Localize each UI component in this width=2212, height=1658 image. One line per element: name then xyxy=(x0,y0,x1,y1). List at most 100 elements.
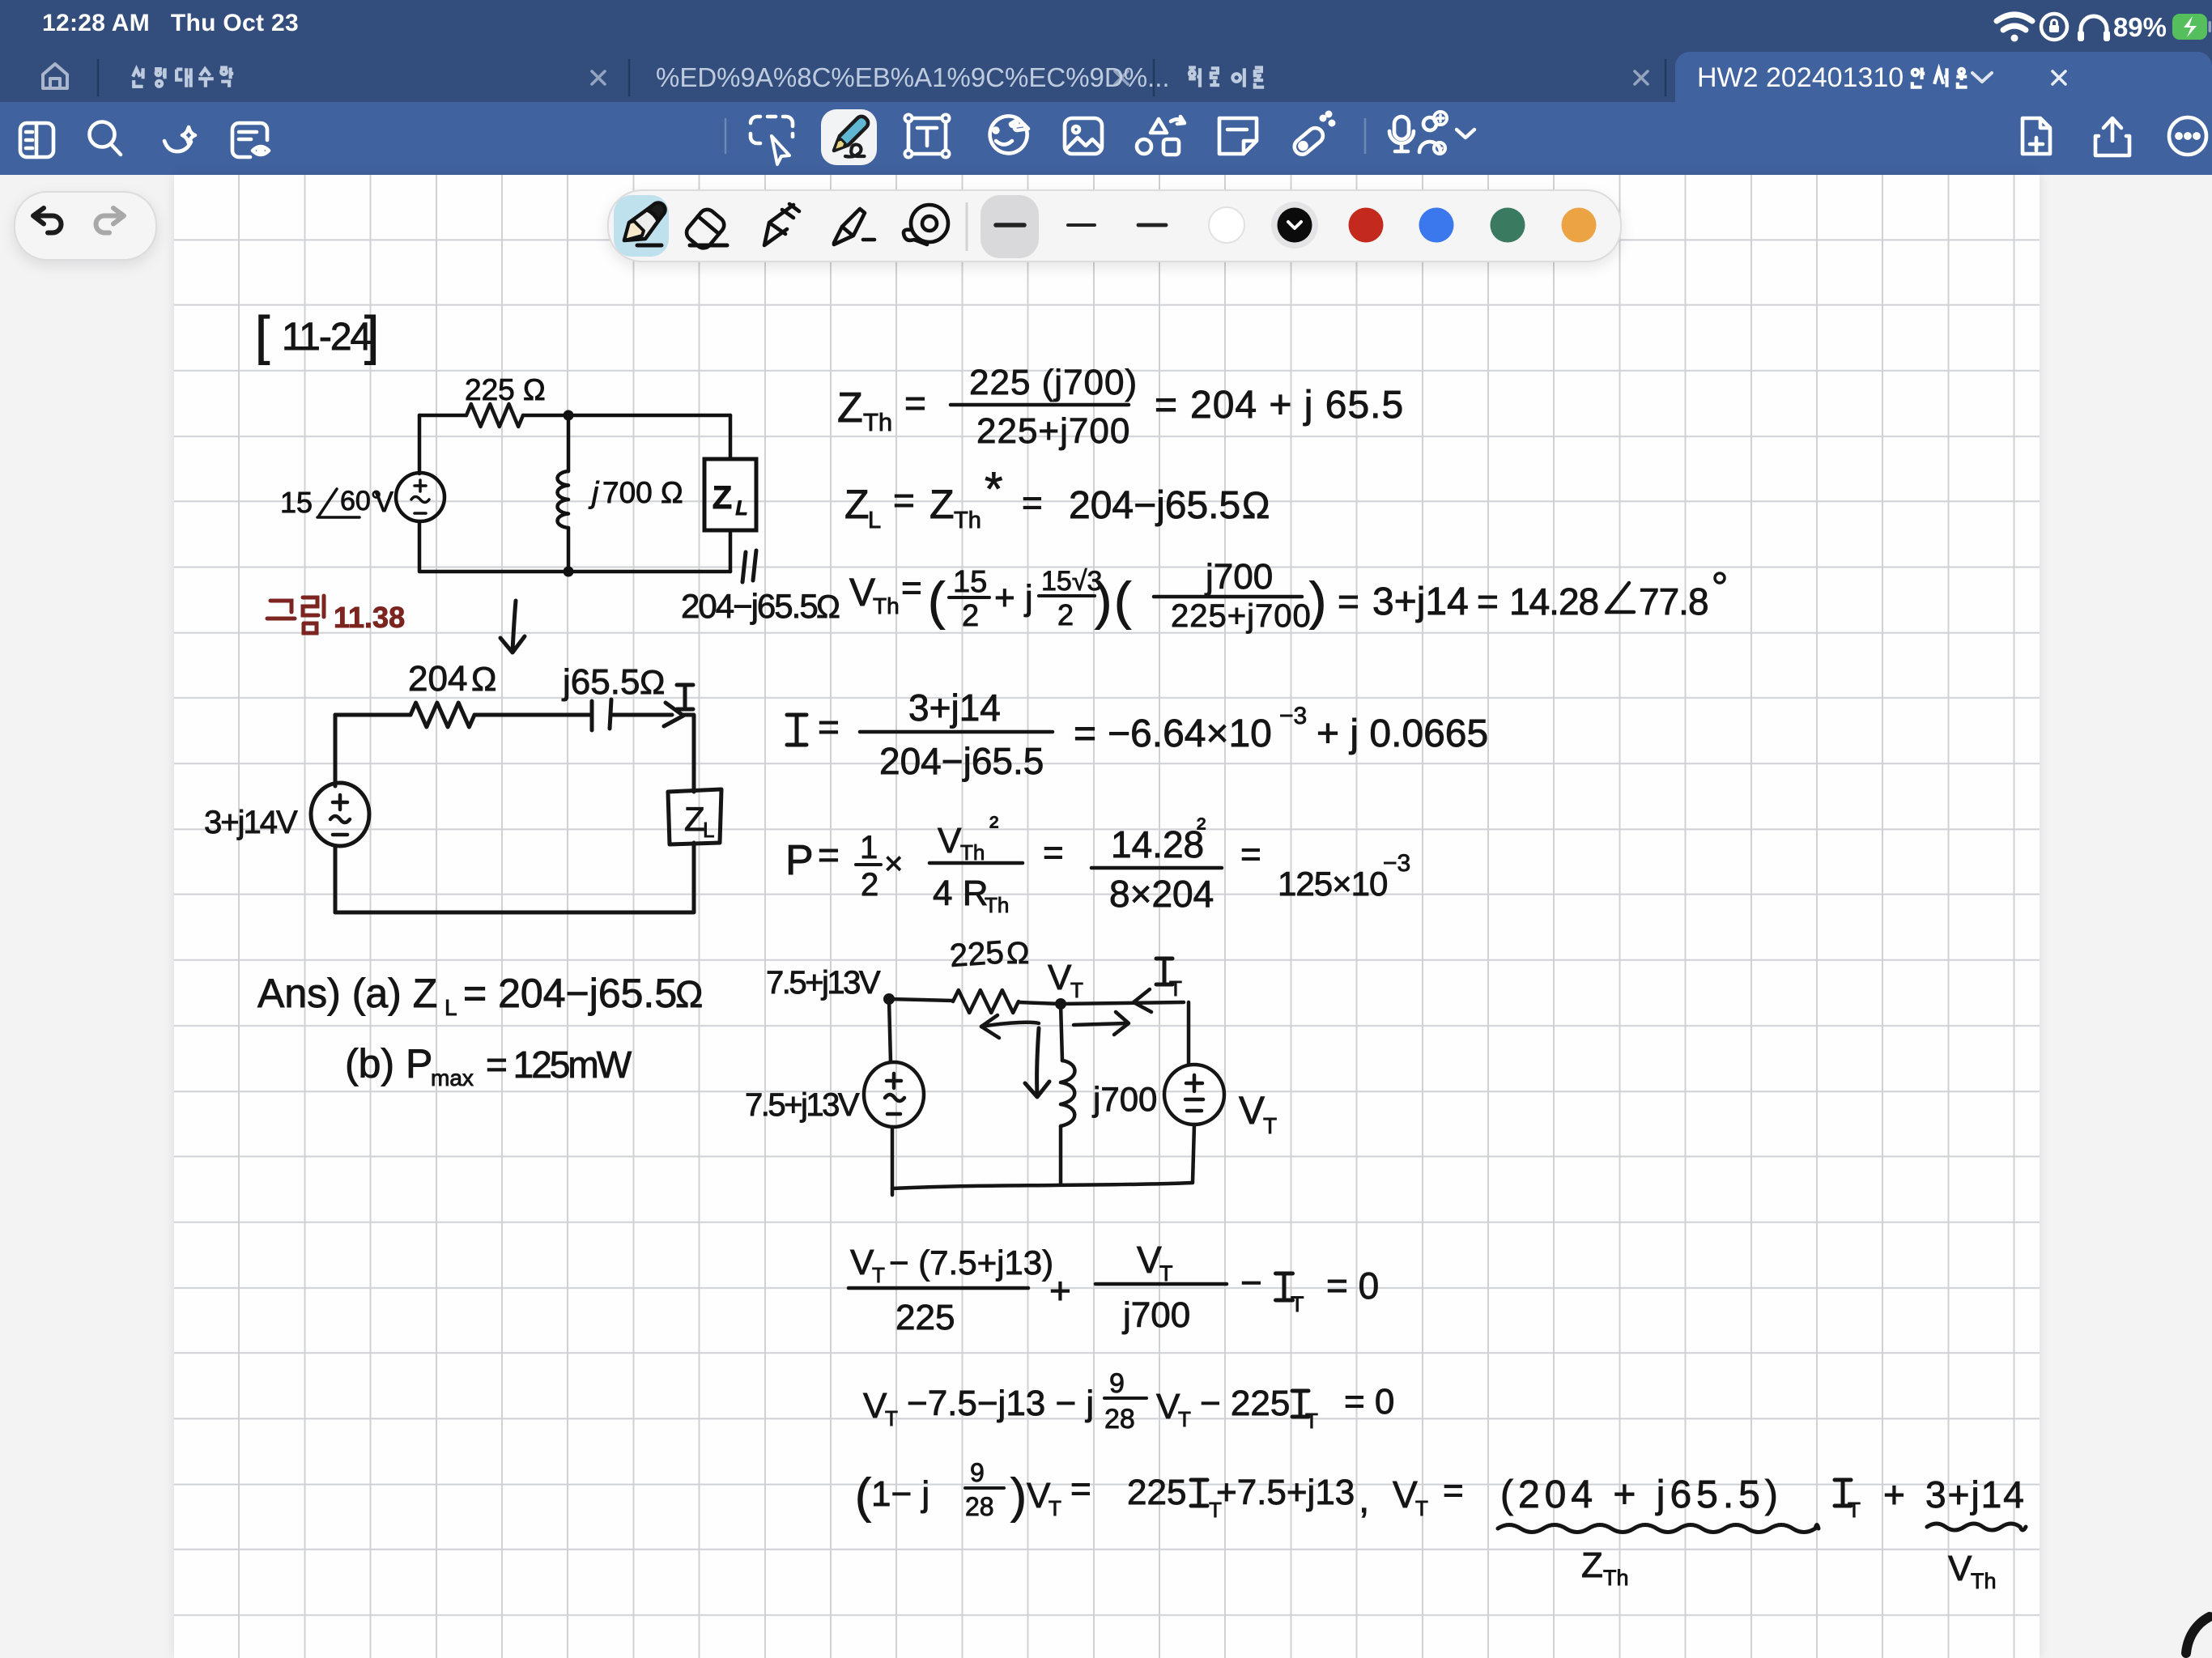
svg-text:T: T xyxy=(1263,1113,1277,1138)
svg-text:j700: j700 xyxy=(1204,557,1273,597)
svg-text:204 + j 65.5: 204 + j 65.5 xyxy=(1190,384,1404,427)
svg-text:Ans) (a) Z: Ans) (a) Z xyxy=(257,971,437,1016)
svg-text:): ) xyxy=(1309,572,1326,630)
svg-text:3+j14V: 3+j14V xyxy=(204,805,298,840)
svg-text:− (7.5+j13): − (7.5+j13) xyxy=(889,1244,1053,1282)
svg-text:×: × xyxy=(884,846,903,882)
svg-text:T: T xyxy=(1049,1496,1061,1520)
svg-text:²: ² xyxy=(1197,813,1206,844)
svg-text:Ω: Ω xyxy=(640,663,665,701)
svg-text:14.28: 14.28 xyxy=(1509,580,1598,623)
svg-text:700 Ω: 700 Ω xyxy=(602,476,683,509)
svg-text:T: T xyxy=(872,1263,885,1287)
svg-text:*: * xyxy=(985,463,1003,516)
svg-text:Z: Z xyxy=(713,480,732,516)
svg-text:=: = xyxy=(818,706,840,748)
svg-text:2: 2 xyxy=(1057,598,1074,631)
svg-text:j700: j700 xyxy=(1091,1080,1157,1118)
svg-text:−3: −3 xyxy=(1279,703,1307,729)
svg-text:j700: j700 xyxy=(1121,1295,1190,1335)
svg-text:204−j65.5: 204−j65.5 xyxy=(681,587,817,625)
svg-text:11.38: 11.38 xyxy=(334,601,405,634)
svg-text:L: L xyxy=(868,508,881,534)
svg-text:,: , xyxy=(1359,1478,1369,1521)
svg-text:3+j14: 3+j14 xyxy=(1372,580,1469,623)
svg-text:Th: Th xyxy=(985,893,1009,917)
svg-text:15: 15 xyxy=(280,486,313,519)
svg-text:T: T xyxy=(1291,1292,1304,1316)
svg-text:= 125mW: = 125mW xyxy=(486,1044,632,1086)
svg-text:15√3: 15√3 xyxy=(1041,566,1102,597)
svg-text:−7.5−j13 − j: −7.5−j13 − j xyxy=(907,1384,1094,1423)
svg-text:1− j: 1− j xyxy=(871,1474,929,1514)
svg-text:L: L xyxy=(703,818,714,842)
svg-text:125×10: 125×10 xyxy=(1278,865,1387,903)
svg-text:1: 1 xyxy=(860,830,878,865)
svg-text:225: 225 xyxy=(949,934,1006,974)
svg-text:=: = xyxy=(1443,1471,1464,1511)
svg-text:+ j: + j xyxy=(994,578,1033,618)
svg-text:= 0: = 0 xyxy=(1344,1382,1394,1422)
svg-text:(b) P: (b) P xyxy=(345,1041,432,1086)
svg-text:+ j 0.0665: + j 0.0665 xyxy=(1317,712,1488,755)
svg-text:=: = xyxy=(904,382,926,424)
svg-text:Z: Z xyxy=(837,385,863,432)
svg-text:=: = xyxy=(1477,580,1499,623)
svg-text:V: V xyxy=(1948,1549,1972,1588)
svg-text:8×204: 8×204 xyxy=(1109,873,1214,915)
svg-text:−3: −3 xyxy=(1383,850,1410,877)
svg-text:Z: Z xyxy=(684,800,705,838)
svg-text:9: 9 xyxy=(970,1458,985,1487)
svg-text:204: 204 xyxy=(408,659,467,699)
svg-text:= 0: = 0 xyxy=(1326,1265,1379,1307)
svg-text:²: ² xyxy=(989,811,998,842)
svg-text:(: ( xyxy=(1114,572,1131,630)
svg-text:V: V xyxy=(375,487,394,518)
svg-text:+: + xyxy=(1883,1473,1905,1516)
svg-text:−6.64×10: −6.64×10 xyxy=(1108,712,1272,755)
svg-text:= 204−j65.5: = 204−j65.5 xyxy=(463,971,677,1016)
svg-text:=: = xyxy=(893,479,915,521)
svg-text:=: = xyxy=(818,834,840,876)
svg-text:−: − xyxy=(1240,1261,1262,1303)
svg-text:28: 28 xyxy=(1104,1404,1135,1435)
svg-text:T: T xyxy=(1169,976,1182,1001)
svg-text:T: T xyxy=(1848,1498,1861,1522)
svg-text:3+j14: 3+j14 xyxy=(908,687,1001,729)
svg-text:j65.5: j65.5 xyxy=(561,662,640,702)
svg-text:j: j xyxy=(588,476,600,509)
svg-text:3+j14: 3+j14 xyxy=(1925,1473,2026,1516)
svg-text:P: P xyxy=(785,837,814,884)
svg-text:T: T xyxy=(1178,1407,1191,1431)
svg-text:T: T xyxy=(1070,978,1083,1002)
svg-text:Z: Z xyxy=(844,482,870,527)
svg-text:=: = xyxy=(1240,835,1261,874)
svg-text:T: T xyxy=(1159,1261,1173,1286)
svg-text:225: 225 xyxy=(1127,1473,1186,1512)
svg-text:=: = xyxy=(1043,833,1064,873)
svg-text:Th: Th xyxy=(954,508,981,534)
svg-text:=: = xyxy=(1022,483,1043,523)
svg-text:Th: Th xyxy=(960,840,985,865)
svg-text:(: ( xyxy=(855,1469,871,1523)
svg-text:V: V xyxy=(850,1243,874,1282)
svg-text:204−j65.5: 204−j65.5 xyxy=(1069,484,1240,527)
svg-text:Th: Th xyxy=(1971,1569,1997,1593)
svg-text:]: ] xyxy=(364,305,379,365)
svg-text:V: V xyxy=(1137,1239,1162,1281)
svg-text:V: V xyxy=(863,1386,887,1426)
svg-text:+: + xyxy=(1049,1269,1071,1312)
svg-text:7.5+j13V: 7.5+j13V xyxy=(745,1087,860,1123)
svg-text:77.8: 77.8 xyxy=(1639,580,1708,623)
svg-text:+7.5+j13: +7.5+j13 xyxy=(1216,1473,1355,1512)
svg-text:V: V xyxy=(938,821,962,861)
svg-text:V: V xyxy=(1239,1090,1265,1133)
svg-text:=: = xyxy=(1070,1469,1091,1509)
svg-text:V: V xyxy=(1156,1387,1180,1426)
svg-text:Ω: Ω xyxy=(816,589,840,625)
svg-text:=: = xyxy=(1074,712,1096,755)
svg-text:2: 2 xyxy=(861,867,878,903)
svg-text:Th: Th xyxy=(863,408,892,436)
svg-text:=: = xyxy=(1155,384,1177,427)
svg-text:2: 2 xyxy=(962,599,979,633)
